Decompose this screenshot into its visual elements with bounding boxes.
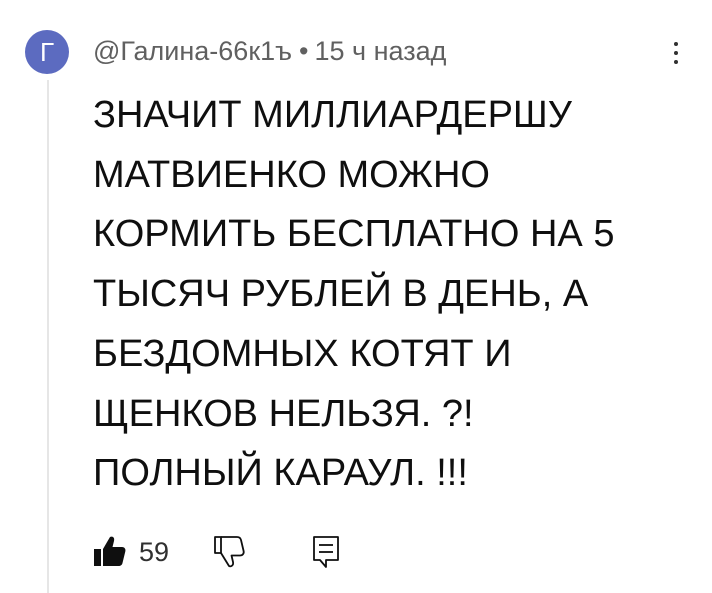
separator-dot: • <box>299 36 309 66</box>
timestamp: 15 ч назад <box>314 36 447 66</box>
more-options-button[interactable] <box>666 34 686 70</box>
author-name[interactable]: @Галина-66к1ъ <box>93 36 292 66</box>
comment-header: @Галина-66к1ъ • 15 ч назад <box>93 34 446 68</box>
thumbs-up-icon <box>94 536 126 566</box>
more-vertical-icon <box>674 42 678 46</box>
avatar[interactable]: Г <box>25 30 69 74</box>
comment-text: ЗНАЧИТ МИЛЛИАРДЕРШУ МАТВИЕНКО МОЖНО КОРМ… <box>93 94 615 495</box>
comment-card: Г @Галина-66к1ъ • 15 ч назад ЗНАЧИТ МИЛЛИА… <box>0 0 712 593</box>
reply-comment-icon <box>313 536 339 568</box>
like-count: 59 <box>139 537 170 567</box>
dislike-button[interactable] <box>211 534 247 570</box>
reply-button[interactable] <box>311 534 341 570</box>
like-button[interactable] <box>93 534 133 568</box>
thread-line <box>47 80 49 593</box>
thumbs-down-icon <box>214 536 245 568</box>
